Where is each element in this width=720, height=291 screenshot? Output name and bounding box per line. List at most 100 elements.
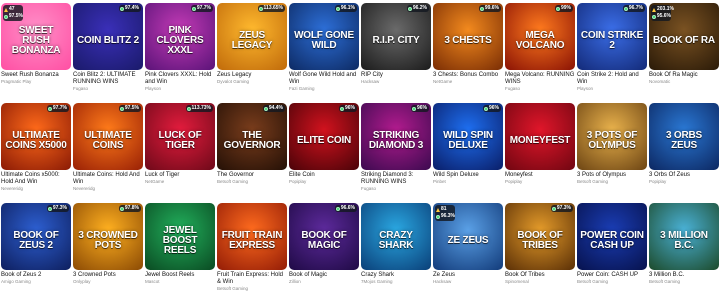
game-title[interactable]: 3 Chests: Bonus Combo xyxy=(433,72,503,79)
game-title[interactable]: RIP City xyxy=(361,72,431,79)
game-card[interactable]: Moneyfest Moneyfest Popiplay xyxy=(505,103,575,184)
stats-row: 97.5% xyxy=(3,13,23,20)
game-card[interactable]: Sweet Rush Bonanza 47 97.5% Sweet Rush Bona… xyxy=(1,3,71,84)
game-thumbnail[interactable]: Fruit Train Express xyxy=(217,203,287,270)
game-thumbnail[interactable]: Ultimate Coins 97.5% xyxy=(73,103,143,170)
game-title[interactable]: 3 Orbs Of Zeus xyxy=(649,172,719,179)
game-title[interactable]: Jewel Boost Reels xyxy=(145,272,215,279)
game-thumbnail[interactable]: Crazy Shark xyxy=(361,203,431,270)
game-title[interactable]: Wolf Gone Wild Hold and Win xyxy=(289,72,359,85)
game-thumbnail[interactable]: Moneyfest xyxy=(505,103,575,170)
game-thumbnail[interactable]: Ze Zeus 81 96.3% xyxy=(433,203,503,270)
game-card[interactable]: Coin Blitz 2 97.4% Coin Blitz 2: ULTIMATE … xyxy=(73,3,143,91)
game-title[interactable]: Book of Zeus 2 xyxy=(1,272,71,279)
rtp-indicator-icon xyxy=(119,6,124,11)
game-card[interactable]: Wild Spin Deluxe 96% Wild Spin Deluxe Pinbe… xyxy=(433,103,503,184)
game-thumbnail[interactable]: Ultimate Coins x5000 97.7% xyxy=(1,103,71,170)
game-thumbnail[interactable]: Pink Clovers XXXL 97.7% xyxy=(145,3,215,70)
game-thumbnail[interactable]: Luck of Tiger 113.73% xyxy=(145,103,215,170)
game-title[interactable]: Book Of Ra Magic xyxy=(649,72,719,79)
game-thumbnail[interactable]: Sweet Rush Bonanza 47 97.5% xyxy=(1,3,71,70)
game-card[interactable]: Power Coin Cash Up Power Coin: CASH UP Bet… xyxy=(577,203,647,284)
stats-row: 47 xyxy=(3,6,23,13)
game-thumbnail[interactable]: Zeus Legacy 113.65% xyxy=(217,3,287,70)
game-card[interactable]: Elite Coin 96% Elite Coin Popiplay xyxy=(289,103,359,184)
game-card[interactable]: Book of Magic 96.6% Book of Magic Zillion xyxy=(289,203,359,284)
game-thumbnail[interactable]: R.I.P. City 96.2% xyxy=(361,3,431,70)
game-card[interactable]: Book of Ra 203.1% 95.6% Book Of Ra Magic Nov… xyxy=(649,3,719,84)
game-thumbnail[interactable]: 3 Million B.C. xyxy=(649,203,719,270)
game-card[interactable]: Ultimate Coins x5000 97.7% Ultimate Coins … xyxy=(1,103,71,191)
game-provider: Nevereridg xyxy=(73,185,96,191)
game-thumbnail[interactable]: Jewel Boost Reels xyxy=(145,203,215,270)
game-title[interactable]: Ze Zeus xyxy=(433,272,503,279)
game-thumbnail[interactable]: Book of Tribes 97.3% xyxy=(505,203,575,270)
game-card[interactable]: Luck of Tiger 113.73% Luck of Tiger NetGame xyxy=(145,103,215,184)
game-card[interactable]: Ze Zeus 81 96.3% Ze Zeus Hacksaw xyxy=(433,203,503,284)
game-title[interactable]: Fruit Train Express: Hold & Win xyxy=(217,272,287,285)
game-card[interactable]: 3 Million B.C. 3 Million B.C. Betsoft Gami… xyxy=(649,203,719,284)
game-thumbnail[interactable]: Elite Coin 96% xyxy=(289,103,359,170)
game-title[interactable]: Moneyfest xyxy=(505,172,575,179)
game-title[interactable]: Zeus Legacy xyxy=(217,72,287,79)
game-thumbnail[interactable]: 3 Orbs Zeus xyxy=(649,103,719,170)
game-title[interactable]: Elite Coin xyxy=(289,172,359,179)
game-thumbnail[interactable]: Book of Ra 203.1% 95.6% xyxy=(649,3,719,70)
game-card[interactable]: The Governor 94.4% The Governor Betsoft Gam… xyxy=(217,103,287,184)
game-title[interactable]: Book Of Tribes xyxy=(505,272,575,279)
game-thumbnail[interactable]: 3 Crowned Pots 97.8% xyxy=(73,203,143,270)
rtp-badge: 113.73% xyxy=(185,105,213,112)
game-card[interactable]: Fruit Train Express Fruit Train Express: … xyxy=(217,203,287,291)
game-logo-art: Mega Volcano xyxy=(515,29,565,51)
game-title[interactable]: Luck of Tiger xyxy=(145,172,215,179)
game-card[interactable]: 3 Orbs Zeus 3 Orbs Of Zeus Popiplay xyxy=(649,103,719,184)
game-thumbnail[interactable]: 3 Pots of Olympus xyxy=(577,103,647,170)
game-thumbnail[interactable]: Coin Blitz 2 97.4% xyxy=(73,3,143,70)
game-thumbnail[interactable]: Book of Zeus 2 97.3% xyxy=(1,203,71,270)
game-thumbnail[interactable]: Wild Spin Deluxe 96% xyxy=(433,103,503,170)
game-card[interactable]: Coin Strike 2 96.7% Coin Strike 2: Hold an… xyxy=(577,3,647,91)
game-logo-art: Wild Spin Deluxe xyxy=(443,129,493,151)
game-title[interactable]: 3 Million B.C. xyxy=(649,272,719,279)
game-card[interactable]: Ultimate Coins 97.5% Ultimate Coins: Hold … xyxy=(73,103,143,191)
game-title[interactable]: Book of Magic xyxy=(289,272,359,279)
game-thumbnail[interactable]: 3 Chests 99.6% xyxy=(433,3,503,70)
game-card[interactable]: Mega Volcano 99% Mega Volcano: RUNNING WIN… xyxy=(505,3,575,91)
game-thumbnail[interactable]: Coin Strike 2 96.7% xyxy=(577,3,647,70)
game-thumbnail[interactable]: Striking Diamond 3 96% xyxy=(361,103,431,170)
game-logo-art: Striking Diamond 3 xyxy=(368,129,424,151)
game-title[interactable]: Coin Strike 2: Hold and Win xyxy=(577,72,647,85)
game-card[interactable]: 3 Pots of Olympus 3 Pots of Olympus Betsof… xyxy=(577,103,647,184)
game-card[interactable]: Book of Zeus 2 97.3% Book of Zeus 2 Amigo G… xyxy=(1,203,71,284)
game-card[interactable]: Jewel Boost Reels Jewel Boost Reels Mascot xyxy=(145,203,215,284)
game-card[interactable]: Pink Clovers XXXL 97.7% Pink Clovers XXXL:… xyxy=(145,3,215,91)
game-thumbnail[interactable]: Book of Magic 96.6% xyxy=(289,203,359,270)
game-title[interactable]: Wild Spin Deluxe xyxy=(433,172,503,179)
game-title[interactable]: Sweet Rush Bonanza xyxy=(1,72,71,79)
game-card[interactable]: Wolf Gone Wild 96.1% Wolf Gone Wild Hold a… xyxy=(289,3,359,91)
game-title[interactable]: Ultimate Coins x5000: Hold And Win xyxy=(1,172,71,185)
game-card[interactable]: Zeus Legacy 113.65% Zeus Legacy Dyvalot Gam… xyxy=(217,3,287,84)
game-card[interactable]: Striking Diamond 3 96% Striking Diamond 3:… xyxy=(361,103,431,191)
game-logo-art: Fruit Train Express xyxy=(221,229,283,251)
game-thumbnail[interactable]: Wolf Gone Wild 96.1% xyxy=(289,3,359,70)
game-card[interactable]: Book of Tribes 97.3% Book Of Tribes Spinome… xyxy=(505,203,575,284)
game-card[interactable]: 3 Chests 99.6% 3 Chests: Bonus Combo NetGam… xyxy=(433,3,503,84)
game-title[interactable]: Ultimate Coins: Hold And Win xyxy=(73,172,143,185)
bolt-icon xyxy=(436,207,440,212)
game-title[interactable]: Power Coin: CASH UP xyxy=(577,272,647,279)
game-title[interactable]: The Governor xyxy=(217,172,287,179)
game-title[interactable]: 3 Crowned Pots xyxy=(73,272,143,279)
game-thumbnail[interactable]: The Governor 94.4% xyxy=(217,103,287,170)
game-title[interactable]: Striking Diamond 3: RUNNING WINS xyxy=(361,172,431,185)
game-title[interactable]: 3 Pots of Olympus xyxy=(577,172,647,179)
game-card[interactable]: 3 Crowned Pots 97.8% 3 Crowned Pots Onlypla… xyxy=(73,203,143,284)
game-title[interactable]: Pink Clovers XXXL: Hold and Win xyxy=(145,72,215,85)
game-thumbnail[interactable]: Mega Volcano 99% xyxy=(505,3,575,70)
game-title[interactable]: Crazy Shark xyxy=(361,272,431,279)
game-card[interactable]: R.I.P. City 96.2% RIP City Hacksaw xyxy=(361,3,431,84)
game-card[interactable]: Crazy Shark Crazy Shark 7Mojos Gaming xyxy=(361,203,431,284)
game-thumbnail[interactable]: Power Coin Cash Up xyxy=(577,203,647,270)
game-title[interactable]: Mega Volcano: RUNNING WINS xyxy=(505,72,575,85)
game-title[interactable]: Coin Blitz 2: ULTIMATE RUNNING WINS xyxy=(73,72,143,85)
